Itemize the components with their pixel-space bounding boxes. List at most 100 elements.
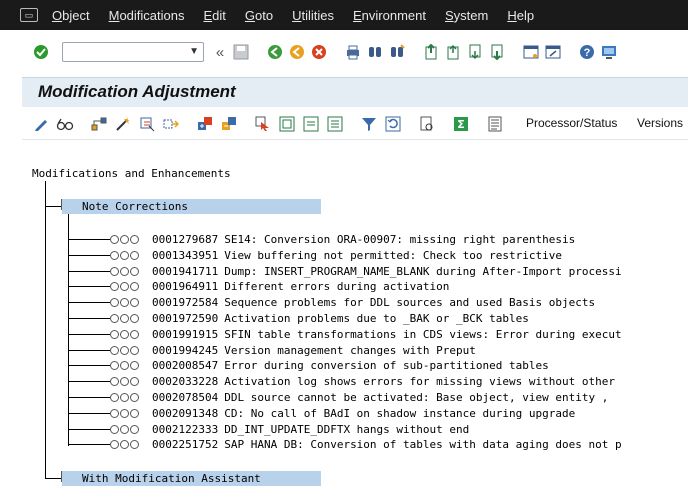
tree-line: [45, 181, 46, 478]
filter-icon[interactable]: [360, 115, 378, 133]
note-row[interactable]: 0002078504 DDL source cannot be activated…: [110, 390, 608, 405]
help-icon[interactable]: ?: [578, 43, 596, 61]
select-icon[interactable]: [138, 115, 156, 133]
magic-wand-icon[interactable]: [114, 115, 132, 133]
status-light-icon: [120, 440, 129, 450]
tree-line: [45, 478, 61, 479]
list-icon[interactable]: [486, 115, 504, 133]
status-light-icon: [110, 345, 119, 355]
status-light-icon: [110, 440, 119, 450]
select-all-icon[interactable]: [278, 115, 296, 133]
note-number: 0002122333: [152, 422, 219, 436]
note-number: 0001343951: [152, 248, 219, 262]
status-lights-icon: [110, 329, 148, 339]
menu-system[interactable]: System: [445, 8, 488, 23]
find-icon[interactable]: [366, 43, 384, 61]
note-row[interactable]: 0002091348 CD: No call of BAdI on shadow …: [110, 406, 575, 421]
status-light-icon: [130, 250, 139, 260]
back-icon[interactable]: [266, 43, 284, 61]
status-light-icon: [130, 361, 139, 371]
status-light-icon: [110, 424, 119, 434]
note-row[interactable]: 0001964911 Different errors during activa…: [110, 279, 449, 294]
note-number: 0001991915: [152, 327, 219, 341]
note-title: View buffering not permitted: Check too …: [224, 248, 562, 262]
status-light-icon: [130, 424, 139, 434]
note-row[interactable]: 0002251752 SAP HANA DB: Conversion of tab…: [110, 437, 622, 452]
collapse-icon[interactable]: [220, 115, 238, 133]
status-light-icon: [130, 377, 139, 387]
note-row[interactable]: 0001972590 Activation problems due to _BA…: [110, 311, 529, 326]
select-block-icon[interactable]: [326, 115, 344, 133]
command-field[interactable]: ▼: [62, 42, 204, 62]
menu-help[interactable]: Help: [507, 8, 534, 23]
sap-menu-icon[interactable]: ▭: [20, 8, 38, 22]
note-row[interactable]: 0001991915 SFIN table transformations in …: [110, 327, 622, 342]
tree-root-label[interactable]: Modifications and Enhancements: [32, 166, 272, 181]
note-number: 0002078504: [152, 391, 219, 404]
note-title: Activation log shows errors for missing …: [224, 375, 615, 389]
note-title: SE14: Conversion ORA-00907: missing righ…: [224, 233, 576, 246]
note-row[interactable]: 0002033228 Activation log shows errors fo…: [110, 374, 615, 389]
refresh-icon[interactable]: [384, 115, 402, 133]
status-light-icon: [130, 329, 139, 339]
note-number: 0001279687: [152, 233, 219, 246]
last-page-icon[interactable]: [488, 43, 506, 61]
status-light-icon: [120, 377, 129, 387]
hierarchy-icon[interactable]: [90, 115, 108, 133]
status-lights-icon: [110, 266, 148, 276]
back-arrows-icon[interactable]: «: [211, 43, 229, 61]
menu-goto[interactable]: Goto: [245, 8, 273, 23]
enter-icon[interactable]: [32, 43, 50, 61]
tree-folder-modification-assistant[interactable]: With Modification Assistant: [62, 471, 321, 486]
note-row[interactable]: 0001343951 View buffering not permitted: …: [110, 248, 562, 263]
note-row[interactable]: 0001994245 Version management changes wit…: [110, 343, 476, 358]
expand-icon[interactable]: [196, 115, 214, 133]
status-light-icon: [120, 408, 129, 418]
status-light-icon: [110, 377, 119, 387]
deselect-all-icon[interactable]: [302, 115, 320, 133]
note-row[interactable]: 0001941711 Dump: INSERT_PROGRAM_NAME_BLAN…: [110, 264, 622, 279]
shortcut-icon[interactable]: [544, 43, 562, 61]
glasses-icon[interactable]: [56, 115, 74, 133]
next-page-icon[interactable]: [466, 43, 484, 61]
note-row[interactable]: 0001279687 SE14: Conversion ORA-00907: mi…: [110, 232, 575, 247]
status-light-icon: [130, 345, 139, 355]
save-icon[interactable]: [232, 43, 250, 61]
status-light-icon: [130, 266, 139, 276]
chevron-down-icon[interactable]: ▼: [189, 46, 199, 57]
print-icon[interactable]: [344, 43, 362, 61]
note-row[interactable]: 0002122333 DD_INT_UPDATE_DDFTX hangs with…: [110, 422, 469, 437]
note-row[interactable]: 0002008547 Error during conversion of sub…: [110, 358, 549, 373]
menu-utilities[interactable]: Utilities: [292, 8, 334, 23]
note-row[interactable]: 0001972584 Sequence problems for DDL sour…: [110, 295, 595, 310]
pencil-icon[interactable]: [32, 115, 50, 133]
new-session-icon[interactable]: [522, 43, 540, 61]
status-lights-icon: [110, 282, 148, 292]
versions-button[interactable]: Versions: [637, 116, 683, 130]
tree-line: [68, 412, 110, 414]
find-next-icon[interactable]: [388, 43, 406, 61]
status-light-icon: [120, 345, 129, 355]
menu-edit[interactable]: Edit: [203, 8, 225, 23]
move-icon[interactable]: [162, 115, 180, 133]
cursor-select-icon[interactable]: [254, 115, 272, 133]
detail-view-icon[interactable]: [418, 115, 436, 133]
previous-page-icon[interactable]: [444, 43, 462, 61]
menu-object[interactable]: Object: [52, 8, 90, 23]
tree-line: [68, 302, 110, 304]
menu-environment[interactable]: Environment: [353, 8, 426, 23]
customize-layout-icon[interactable]: [600, 43, 618, 61]
tree-line: [68, 318, 110, 319]
processor-status-button[interactable]: Processor/Status: [526, 116, 617, 130]
note-title: DDL source cannot be activated: Base obj…: [224, 391, 609, 404]
menu-modifications[interactable]: Modifications: [109, 8, 185, 23]
application-toolbar: Σ Processor/Status Versions: [22, 108, 688, 140]
tree-line: [68, 349, 110, 351]
tree-folder-note-corrections[interactable]: Note Corrections: [62, 199, 321, 214]
exit-icon[interactable]: [288, 43, 306, 61]
tree-line: [68, 444, 110, 446]
note-title: Dump: INSERT_PROGRAM_NAME_BLANK during A…: [224, 264, 622, 278]
cancel-icon[interactable]: [310, 43, 328, 61]
sum-icon[interactable]: Σ: [452, 115, 470, 133]
first-page-icon[interactable]: [422, 43, 440, 61]
